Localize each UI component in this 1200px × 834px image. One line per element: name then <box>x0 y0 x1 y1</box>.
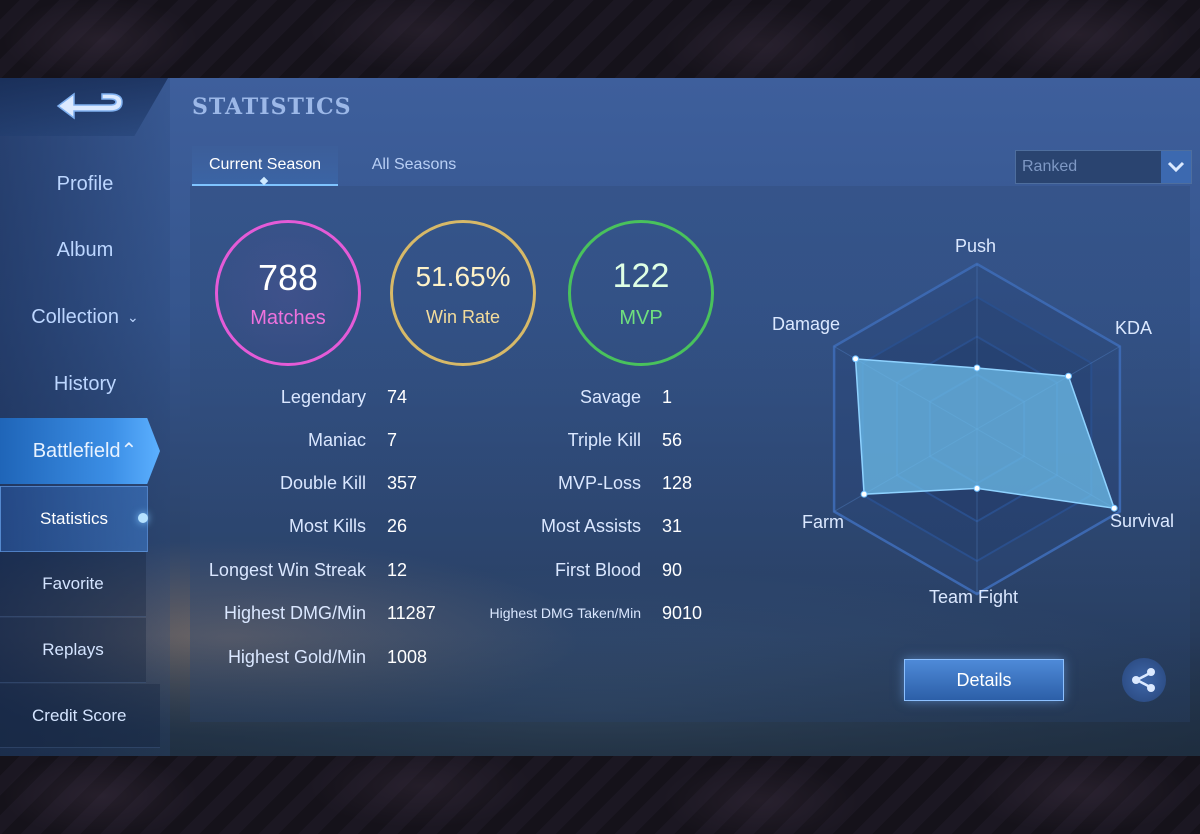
radar-data-point <box>860 490 868 498</box>
stat-label: Double Kill <box>279 473 366 493</box>
sidebar-subitem-credit-score[interactable]: Credit Score <box>0 684 160 748</box>
mode-dropdown-value: Ranked <box>1022 158 1078 175</box>
win-rate-value: 51.65% <box>415 261 511 292</box>
sidebar-subitem-label: Credit Score <box>32 706 127 725</box>
sidebar-item-label: Battlefield <box>32 440 121 462</box>
share-icon <box>1132 668 1155 692</box>
stat-label: Legendary <box>280 387 366 407</box>
dropdown-arrow <box>1161 151 1191 183</box>
sidebar-item-history[interactable]: History <box>0 373 170 396</box>
active-indicator-dot <box>138 513 148 523</box>
radar-label-farm: Farm <box>802 512 844 532</box>
stat-value: 26 <box>387 516 408 536</box>
sidebar-item-album[interactable]: Album <box>0 239 170 262</box>
radar-data-point <box>852 355 860 363</box>
sidebar-subitem-label: Favorite <box>42 574 104 593</box>
sidebar-item-collection[interactable]: Collection ⌄ <box>0 306 170 329</box>
radar-chart <box>832 262 1122 596</box>
stat-label: Most Kills <box>288 516 366 536</box>
radar-label-kda: KDA <box>1115 318 1153 338</box>
stat-value: 357 <box>387 473 418 493</box>
page-title: STATISTICS <box>192 94 352 120</box>
stat-value: 74 <box>387 387 408 407</box>
stat-value: 1 <box>662 387 673 407</box>
back-button[interactable] <box>52 86 130 126</box>
sidebar-item-label: History <box>53 373 117 395</box>
radar-label-survival: Survival <box>1110 511 1175 531</box>
stat-label: Maniac <box>307 430 366 450</box>
stat-value: 31 <box>662 516 683 536</box>
stat-value: 11287 <box>387 603 436 623</box>
chevron-down-icon <box>1167 161 1185 173</box>
stat-value: 128 <box>662 473 693 493</box>
sidebar-item-label: Profile <box>56 173 114 195</box>
matches-circle: 788 Matches <box>215 220 361 366</box>
tab-current-season[interactable]: Current Season <box>192 146 338 186</box>
sidebar-subitem-label: Replays <box>42 640 104 659</box>
sidebar-item-label: Collection <box>31 306 120 328</box>
stat-value: 12 <box>387 560 408 580</box>
radar-data-point <box>973 484 981 492</box>
stat-value: 1008 <box>387 647 428 667</box>
sidebar-subitem-replays[interactable]: Replays <box>0 618 146 683</box>
sidebar-subitem-statistics[interactable]: Statistics <box>0 486 148 552</box>
stat-label: MVP-Loss <box>557 473 641 493</box>
stat-value: 56 <box>662 430 683 450</box>
mvp-value: 122 <box>612 257 670 295</box>
tab-all-seasons[interactable]: All Seasons <box>348 146 480 184</box>
mode-dropdown[interactable]: Ranked <box>1015 150 1192 184</box>
stat-label: First Blood <box>554 560 641 580</box>
stat-label: Highest DMG/Min <box>223 603 366 623</box>
stat-label: Most Assists <box>540 516 641 536</box>
mvp-circle: 122 MVP <box>568 220 714 366</box>
chevron-up-icon: ⌃ <box>120 440 138 462</box>
decorative-frame-bottom <box>0 756 1200 834</box>
stat-label: Triple Kill <box>567 430 641 450</box>
win-rate-circle: 51.65% Win Rate <box>390 220 536 366</box>
sidebar-item-battlefield[interactable]: Battlefield⌃ <box>0 418 170 484</box>
sidebar-item-label: Album <box>56 239 114 261</box>
share-button[interactable] <box>1122 658 1166 702</box>
win-rate-label: Win Rate <box>425 307 501 327</box>
stat-label: Longest Win Streak <box>208 560 366 580</box>
stat-value: 9010 <box>662 603 703 623</box>
sidebar-subitem-favorite[interactable]: Favorite <box>0 552 146 617</box>
decorative-frame-top <box>0 0 1200 78</box>
stat-label: Highest Gold/Min <box>227 647 366 667</box>
back-arrow-icon <box>56 92 123 120</box>
stat-label: Highest DMG Taken/Min <box>489 605 641 621</box>
details-button-label: Details <box>956 670 1012 690</box>
sidebar-item-profile[interactable]: Profile <box>0 173 170 196</box>
matches-label: Matches <box>250 307 326 329</box>
details-button[interactable]: Details <box>904 659 1064 701</box>
radar-data-point <box>973 364 981 372</box>
radar-data-point <box>1064 372 1072 380</box>
stat-value: 90 <box>662 560 683 580</box>
tab-indicator <box>259 176 269 186</box>
chevron-down-icon: ⌄ <box>127 309 139 326</box>
tab-label: Current Season <box>208 156 322 173</box>
matches-value: 788 <box>257 257 319 298</box>
stat-label: Savage <box>579 387 641 407</box>
radar-label-push: Push <box>955 236 997 256</box>
sidebar-subitem-label: Statistics <box>39 509 109 528</box>
radar-label-team-fight: Team Fight <box>929 587 1019 607</box>
radar-label-damage: Damage <box>772 314 841 334</box>
tab-label: All Seasons <box>371 156 457 173</box>
stat-value: 7 <box>387 430 398 450</box>
sidebar: Profile Album Collection ⌄ History Battle… <box>0 78 170 756</box>
mvp-label: MVP <box>619 307 663 329</box>
game-screen: Profile Album Collection ⌄ History Battle… <box>0 78 1200 756</box>
